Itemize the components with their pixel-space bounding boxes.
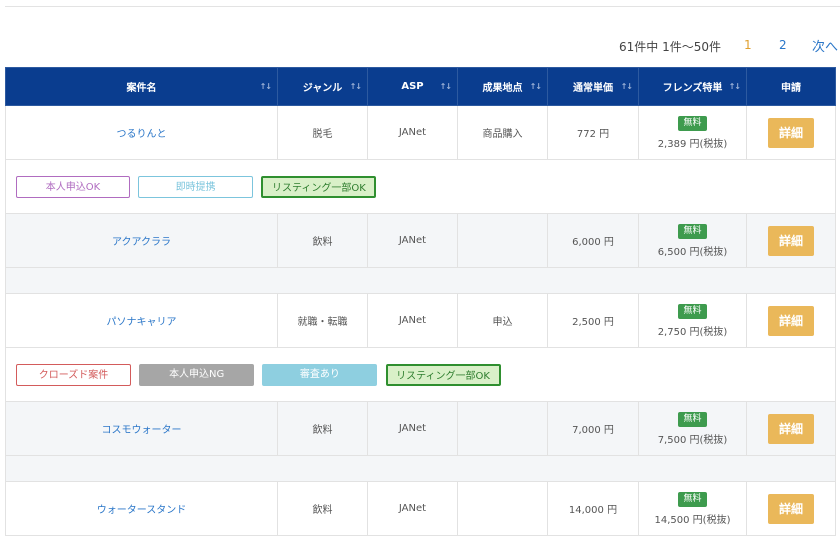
point-cell bbox=[457, 481, 548, 536]
apply-cell: 詳細 bbox=[746, 401, 836, 456]
asp-cell: JANet bbox=[367, 105, 458, 160]
friends-price: 2,750 円(税抜) bbox=[657, 326, 728, 338]
spacer-cell bbox=[5, 455, 836, 482]
campaign-name-cell: アクアクララ bbox=[5, 213, 278, 268]
friends-price: 14,500 円(税抜) bbox=[654, 514, 731, 526]
price-cell: 2,500 円 bbox=[547, 293, 639, 348]
campaign-name-cell: つるりんと bbox=[5, 105, 278, 160]
header-price[interactable]: 通常単価 ↑↓ bbox=[547, 67, 639, 106]
campaign-name-link[interactable]: ウォータースタンド bbox=[97, 505, 187, 516]
tag-instant-partnership: 即時提携 bbox=[138, 175, 254, 198]
price-cell: 14,000 円 bbox=[547, 481, 639, 536]
sort-icon[interactable]: ↑↓ bbox=[530, 82, 542, 91]
campaign-name-link[interactable]: つるりんと bbox=[117, 129, 167, 140]
campaign-name-link[interactable]: アクアクララ bbox=[112, 237, 171, 248]
friends-cell: 無料 14,500 円(税抜) bbox=[638, 481, 747, 536]
spacer-cell bbox=[5, 267, 836, 294]
price-cell: 6,000 円 bbox=[547, 213, 639, 268]
point-cell bbox=[457, 213, 548, 268]
free-badge: 無料 bbox=[678, 303, 707, 319]
sort-icon[interactable]: ↑↓ bbox=[729, 82, 741, 91]
campaign-name-cell: パソナキャリア bbox=[5, 293, 278, 348]
table-row: コスモウォーター 飲料 JANet 7,000 円 無料 7,500 円(税抜) … bbox=[5, 401, 836, 456]
apply-cell: 詳細 bbox=[746, 213, 836, 268]
apply-cell: 詳細 bbox=[746, 105, 836, 160]
apply-cell: 詳細 bbox=[746, 293, 836, 348]
sort-icon[interactable]: ↑↓ bbox=[260, 82, 272, 91]
detail-button[interactable]: 詳細 bbox=[768, 117, 814, 148]
pagination: 61件中 1件〜50件 1 2 次へ bbox=[0, 36, 840, 56]
tag-closed: クローズド案件 bbox=[16, 363, 131, 386]
friends-cell: 無料 7,500 円(税抜) bbox=[638, 401, 747, 456]
genre-cell: 就職・転職 bbox=[277, 293, 368, 348]
page-2-link[interactable]: 2 bbox=[779, 38, 787, 52]
sort-icon[interactable]: ↑↓ bbox=[440, 82, 452, 91]
campaign-name-link[interactable]: パソナキャリア bbox=[107, 317, 177, 328]
header-name[interactable]: 案件名 ↑↓ bbox=[5, 67, 278, 106]
free-badge: 無料 bbox=[678, 115, 707, 131]
friends-price: 2,389 円(税抜) bbox=[657, 138, 728, 150]
detail-button[interactable]: 詳細 bbox=[768, 225, 814, 256]
friends-price: 6,500 円(税抜) bbox=[657, 246, 728, 258]
table-row: アクアクララ 飲料 JANet 6,000 円 無料 6,500 円(税抜) 詳細 bbox=[5, 213, 836, 268]
tag-listing-partial-ok: リスティング一部OK bbox=[385, 363, 501, 386]
genre-cell: 飲料 bbox=[277, 401, 368, 456]
free-badge: 無料 bbox=[678, 491, 707, 507]
genre-cell: 飲料 bbox=[277, 213, 368, 268]
point-cell: 商品購入 bbox=[457, 105, 548, 160]
price-cell: 7,000 円 bbox=[547, 401, 639, 456]
detail-button[interactable]: 詳細 bbox=[768, 305, 814, 336]
result-count: 61件中 1件〜50件 bbox=[619, 40, 721, 54]
point-cell: 申込 bbox=[457, 293, 548, 348]
header-friends[interactable]: フレンズ特単 ↑↓ bbox=[638, 67, 747, 106]
friends-cell: 無料 2,389 円(税抜) bbox=[638, 105, 747, 160]
next-page-link[interactable]: 次へ bbox=[812, 36, 838, 55]
campaign-name-link[interactable]: コスモウォーター bbox=[102, 425, 182, 436]
genre-cell: 脱毛 bbox=[277, 105, 368, 160]
point-cell bbox=[457, 401, 548, 456]
detail-button[interactable]: 詳細 bbox=[768, 413, 814, 444]
detail-button[interactable]: 詳細 bbox=[768, 493, 814, 524]
friends-cell: 無料 2,750 円(税抜) bbox=[638, 293, 747, 348]
header-genre[interactable]: ジャンル ↑↓ bbox=[277, 67, 368, 106]
table-row: パソナキャリア 就職・転職 JANet 申込 2,500 円 無料 2,750 円… bbox=[5, 293, 836, 348]
asp-cell: JANet bbox=[367, 401, 458, 456]
asp-cell: JANet bbox=[367, 481, 458, 536]
spacer-row bbox=[5, 455, 836, 482]
tag-self-apply-ng: 本人申込NG bbox=[139, 363, 255, 386]
tag-cell: クローズド案件 本人申込NG 審査あり リスティング一部OK bbox=[5, 347, 836, 402]
table-row: つるりんと 脱毛 JANet 商品購入 772 円 無料 2,389 円(税抜) … bbox=[5, 105, 836, 160]
tag-row: 本人申込OK 即時提携 リスティング一部OK bbox=[5, 159, 836, 214]
table-row: ウォータースタンド 飲料 JANet 14,000 円 無料 14,500 円(税… bbox=[5, 481, 836, 536]
price-cell: 772 円 bbox=[547, 105, 639, 160]
tag-listing-partial-ok: リスティング一部OK bbox=[261, 175, 377, 198]
header-apply: 申請 bbox=[746, 67, 836, 106]
genre-cell: 飲料 bbox=[277, 481, 368, 536]
tag-cell: 本人申込OK 即時提携 リスティング一部OK bbox=[5, 159, 836, 214]
top-divider bbox=[5, 6, 840, 7]
page-1-link[interactable]: 1 bbox=[744, 38, 752, 52]
tag-review-required: 審査あり bbox=[262, 363, 378, 386]
campaign-name-cell: コスモウォーター bbox=[5, 401, 278, 456]
tag-row: クローズド案件 本人申込NG 審査あり リスティング一部OK bbox=[5, 347, 836, 402]
tag-self-apply-ok: 本人申込OK bbox=[16, 175, 130, 198]
asp-cell: JANet bbox=[367, 293, 458, 348]
header-point[interactable]: 成果地点 ↑↓ bbox=[457, 67, 548, 106]
spacer-row bbox=[5, 267, 836, 294]
apply-cell: 詳細 bbox=[746, 481, 836, 536]
asp-cell: JANet bbox=[367, 213, 458, 268]
sort-icon[interactable]: ↑↓ bbox=[350, 82, 362, 91]
free-badge: 無料 bbox=[678, 411, 707, 427]
free-badge: 無料 bbox=[678, 223, 707, 239]
friends-cell: 無料 6,500 円(税抜) bbox=[638, 213, 747, 268]
sort-icon[interactable]: ↑↓ bbox=[621, 82, 633, 91]
friends-price: 7,500 円(税抜) bbox=[657, 434, 728, 446]
campaign-name-cell: ウォータースタンド bbox=[5, 481, 278, 536]
table-header-row: 案件名 ↑↓ ジャンル ↑↓ ASP ↑↓ 成果地点 ↑↓ 通常単価 ↑↓ フレンズ特単 ↑… bbox=[5, 67, 836, 106]
header-asp[interactable]: ASP ↑↓ bbox=[367, 67, 458, 106]
campaign-table: 案件名 ↑↓ ジャンル ↑↓ ASP ↑↓ 成果地点 ↑↓ 通常単価 ↑↓ フレンズ特単 ↑… bbox=[5, 67, 836, 536]
